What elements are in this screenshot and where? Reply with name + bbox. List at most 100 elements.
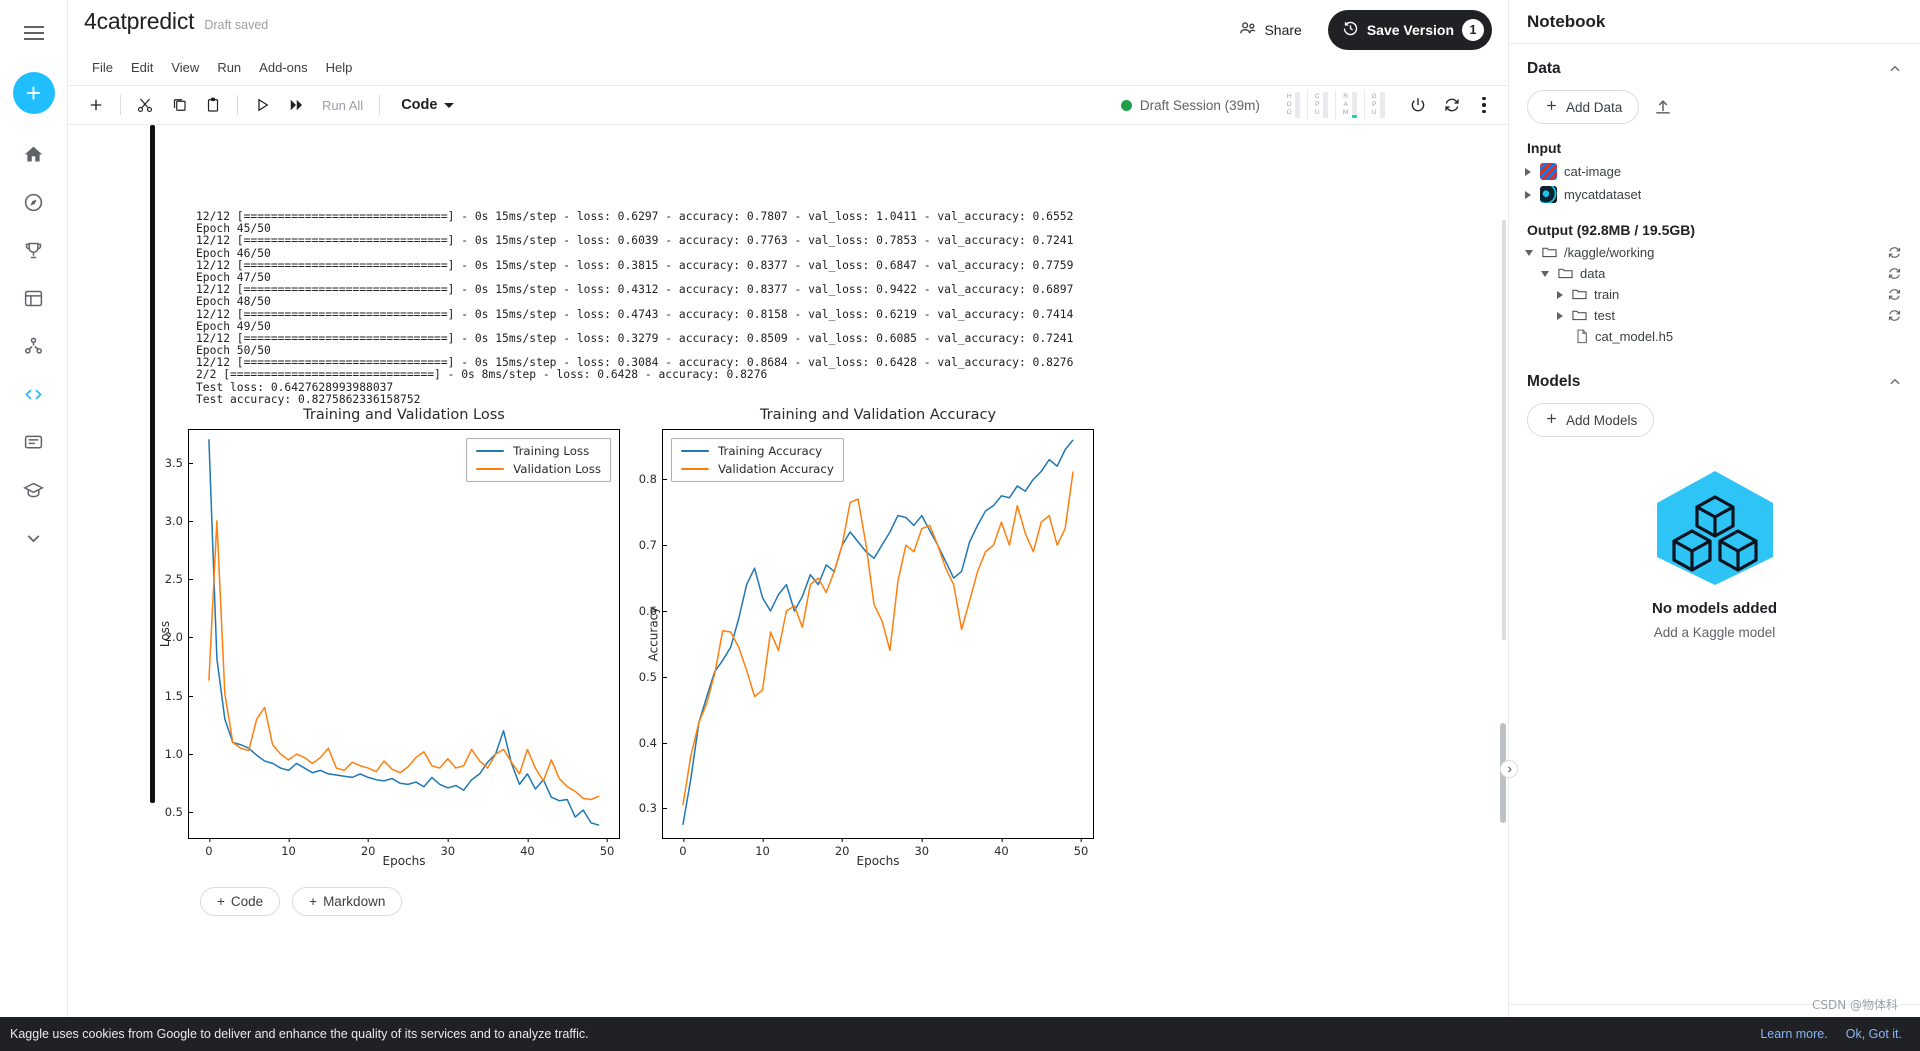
twisty-open-icon-2[interactable]	[1541, 270, 1549, 277]
home-icon[interactable]	[12, 132, 56, 176]
plus-icon: +	[217, 894, 225, 909]
add-models-button[interactable]: Add Models	[1527, 403, 1655, 437]
plot-svg	[682, 439, 1074, 825]
twisty-icon-2[interactable]	[1525, 190, 1531, 199]
code-icon[interactable]	[12, 372, 56, 416]
run-icon[interactable]	[246, 90, 278, 120]
meter-hdd-label: HDD	[1286, 93, 1292, 116]
add-cell-icon[interactable]	[80, 90, 112, 120]
cell-scrollbar[interactable]	[1502, 220, 1506, 640]
add-markdown-cell-button[interactable]: + Markdown	[292, 887, 403, 916]
console-line: 12/12 [==============================] -…	[196, 210, 1074, 223]
refresh-icon-4[interactable]	[1887, 308, 1902, 323]
cut-icon[interactable]	[129, 90, 161, 120]
cell-type-label: Code	[401, 97, 438, 113]
meter-hdd[interactable]: HDD	[1280, 90, 1307, 120]
save-version-button[interactable]: Save Version 1	[1327, 10, 1492, 50]
output-node-test[interactable]: test	[1509, 305, 1920, 326]
output-node-cat-model[interactable]: cat_model.h5	[1509, 326, 1920, 347]
menu-edit[interactable]: Edit	[123, 56, 161, 79]
y-tick-label: 3.5	[165, 456, 194, 470]
x-tick-label: 0	[679, 838, 687, 858]
figures-container: Training and Validation Loss Loss 0.5 1.0…	[158, 407, 1094, 868]
legend-entry: Validation Accuracy	[681, 462, 834, 476]
cookie-text: Kaggle uses cookies from Google to deliv…	[10, 1027, 589, 1041]
sidebar-collapse-handle[interactable]	[1500, 760, 1518, 778]
input-item-cat-image[interactable]: cat-image	[1509, 160, 1920, 183]
refresh-icon[interactable]	[1887, 245, 1902, 260]
refresh-icon-2[interactable]	[1887, 266, 1902, 281]
cell-type-dropdown[interactable]: Code	[392, 92, 463, 118]
cookie-learn-more-button[interactable]: Learn more.	[1760, 1027, 1827, 1041]
output-label: Output (92.8MB / 19.5GB)	[1527, 222, 1696, 238]
create-button[interactable]: +	[12, 72, 55, 114]
legend-swatch	[476, 449, 505, 453]
compass-icon[interactable]	[12, 180, 56, 224]
cookie-banner: Kaggle uses cookies from Google to deliv…	[0, 1017, 1920, 1051]
output-node-data[interactable]: data	[1509, 263, 1920, 284]
models-empty-state: No models added Add a Kaggle model	[1509, 447, 1920, 650]
menu-add-ons[interactable]: Add-ons	[251, 56, 315, 79]
add-models-label: Add Models	[1566, 412, 1638, 428]
refresh-icon-3[interactable]	[1887, 287, 1902, 302]
cookie-ok-button[interactable]: Ok, Got it.	[1846, 1027, 1902, 1041]
twisty-open-icon[interactable]	[1525, 249, 1533, 256]
loss-chart-title: Training and Validation Loss	[303, 407, 505, 423]
chart-legend: Training Loss Validation Loss	[466, 438, 611, 482]
cell-output-console: 12/12 [==============================] -…	[196, 210, 1074, 406]
menu-file[interactable]: File	[84, 56, 121, 79]
copy-icon[interactable]	[163, 90, 195, 120]
twisty-icon-test[interactable]	[1557, 311, 1563, 320]
database-icon[interactable]	[12, 276, 56, 320]
output-node-train[interactable]: train	[1509, 284, 1920, 305]
plot-svg	[208, 439, 600, 826]
legend-swatch	[476, 467, 505, 471]
y-tick-label: 1.5	[165, 689, 194, 703]
more-vertical-icon[interactable]	[1470, 90, 1498, 120]
models-section-header[interactable]: Models	[1509, 347, 1920, 399]
power-icon[interactable]	[1402, 90, 1434, 120]
loss-x-axis-label: Epochs	[382, 854, 426, 868]
discussions-icon[interactable]	[12, 420, 56, 464]
meter-gpu-bar	[1380, 92, 1385, 118]
add-code-cell-button[interactable]: + Code	[200, 887, 281, 916]
sidebar-title: Notebook	[1527, 11, 1606, 31]
accuracy-x-axis-label: Epochs	[856, 854, 900, 868]
draft-status: Draft saved	[204, 18, 269, 32]
models-icon[interactable]	[12, 324, 56, 368]
menu-run[interactable]: Run	[209, 56, 249, 79]
paste-icon[interactable]	[197, 90, 229, 120]
resource-meters: HDD CPU RAM GPU	[1280, 90, 1392, 120]
run-all-icon[interactable]	[280, 90, 312, 120]
twisty-icon[interactable]	[1525, 167, 1531, 176]
legend-entry: Training Accuracy	[681, 444, 834, 458]
expand-more-icon[interactable]	[12, 516, 56, 560]
share-button[interactable]: Share	[1226, 12, 1313, 48]
twisty-icon-train[interactable]	[1557, 290, 1563, 299]
meter-gpu[interactable]: GPU	[1363, 90, 1392, 120]
output-node-working[interactable]: /kaggle/working	[1509, 242, 1920, 263]
meter-ram[interactable]: RAM	[1334, 90, 1364, 120]
x-tick-label: 40	[994, 838, 1009, 858]
run-all-button[interactable]: Run All	[314, 93, 371, 118]
hamburger-icon[interactable]	[11, 10, 57, 56]
output-label-working: /kaggle/working	[1564, 245, 1655, 260]
sidebar-content: Data Add Data Input cat-image mycatdatas…	[1509, 44, 1920, 1004]
menu-view[interactable]: View	[163, 56, 207, 79]
trophy-icon[interactable]	[12, 228, 56, 272]
x-tick-label: 10	[755, 838, 770, 858]
restart-icon[interactable]	[1436, 90, 1468, 120]
console-line: 12/12 [==============================] -…	[196, 258, 1074, 272]
session-status[interactable]: Draft Session (39m)	[1113, 94, 1268, 117]
notebook-main: 4catpredict Draft saved Share Save Versi…	[68, 0, 1508, 1051]
upload-icon[interactable]	[1653, 97, 1673, 117]
title-group: 4catpredict Draft saved	[84, 8, 268, 35]
input-item-mycatdataset[interactable]: mycatdataset	[1509, 183, 1920, 206]
add-kaggle-model-link[interactable]: Add a Kaggle model	[1509, 625, 1920, 640]
data-section-header[interactable]: Data	[1509, 44, 1920, 86]
menu-help[interactable]: Help	[318, 56, 361, 79]
meter-cpu[interactable]: CPU	[1306, 90, 1335, 120]
add-data-button[interactable]: Add Data	[1527, 90, 1640, 124]
meter-cpu-bar	[1322, 92, 1328, 118]
learn-icon[interactable]	[12, 468, 56, 512]
